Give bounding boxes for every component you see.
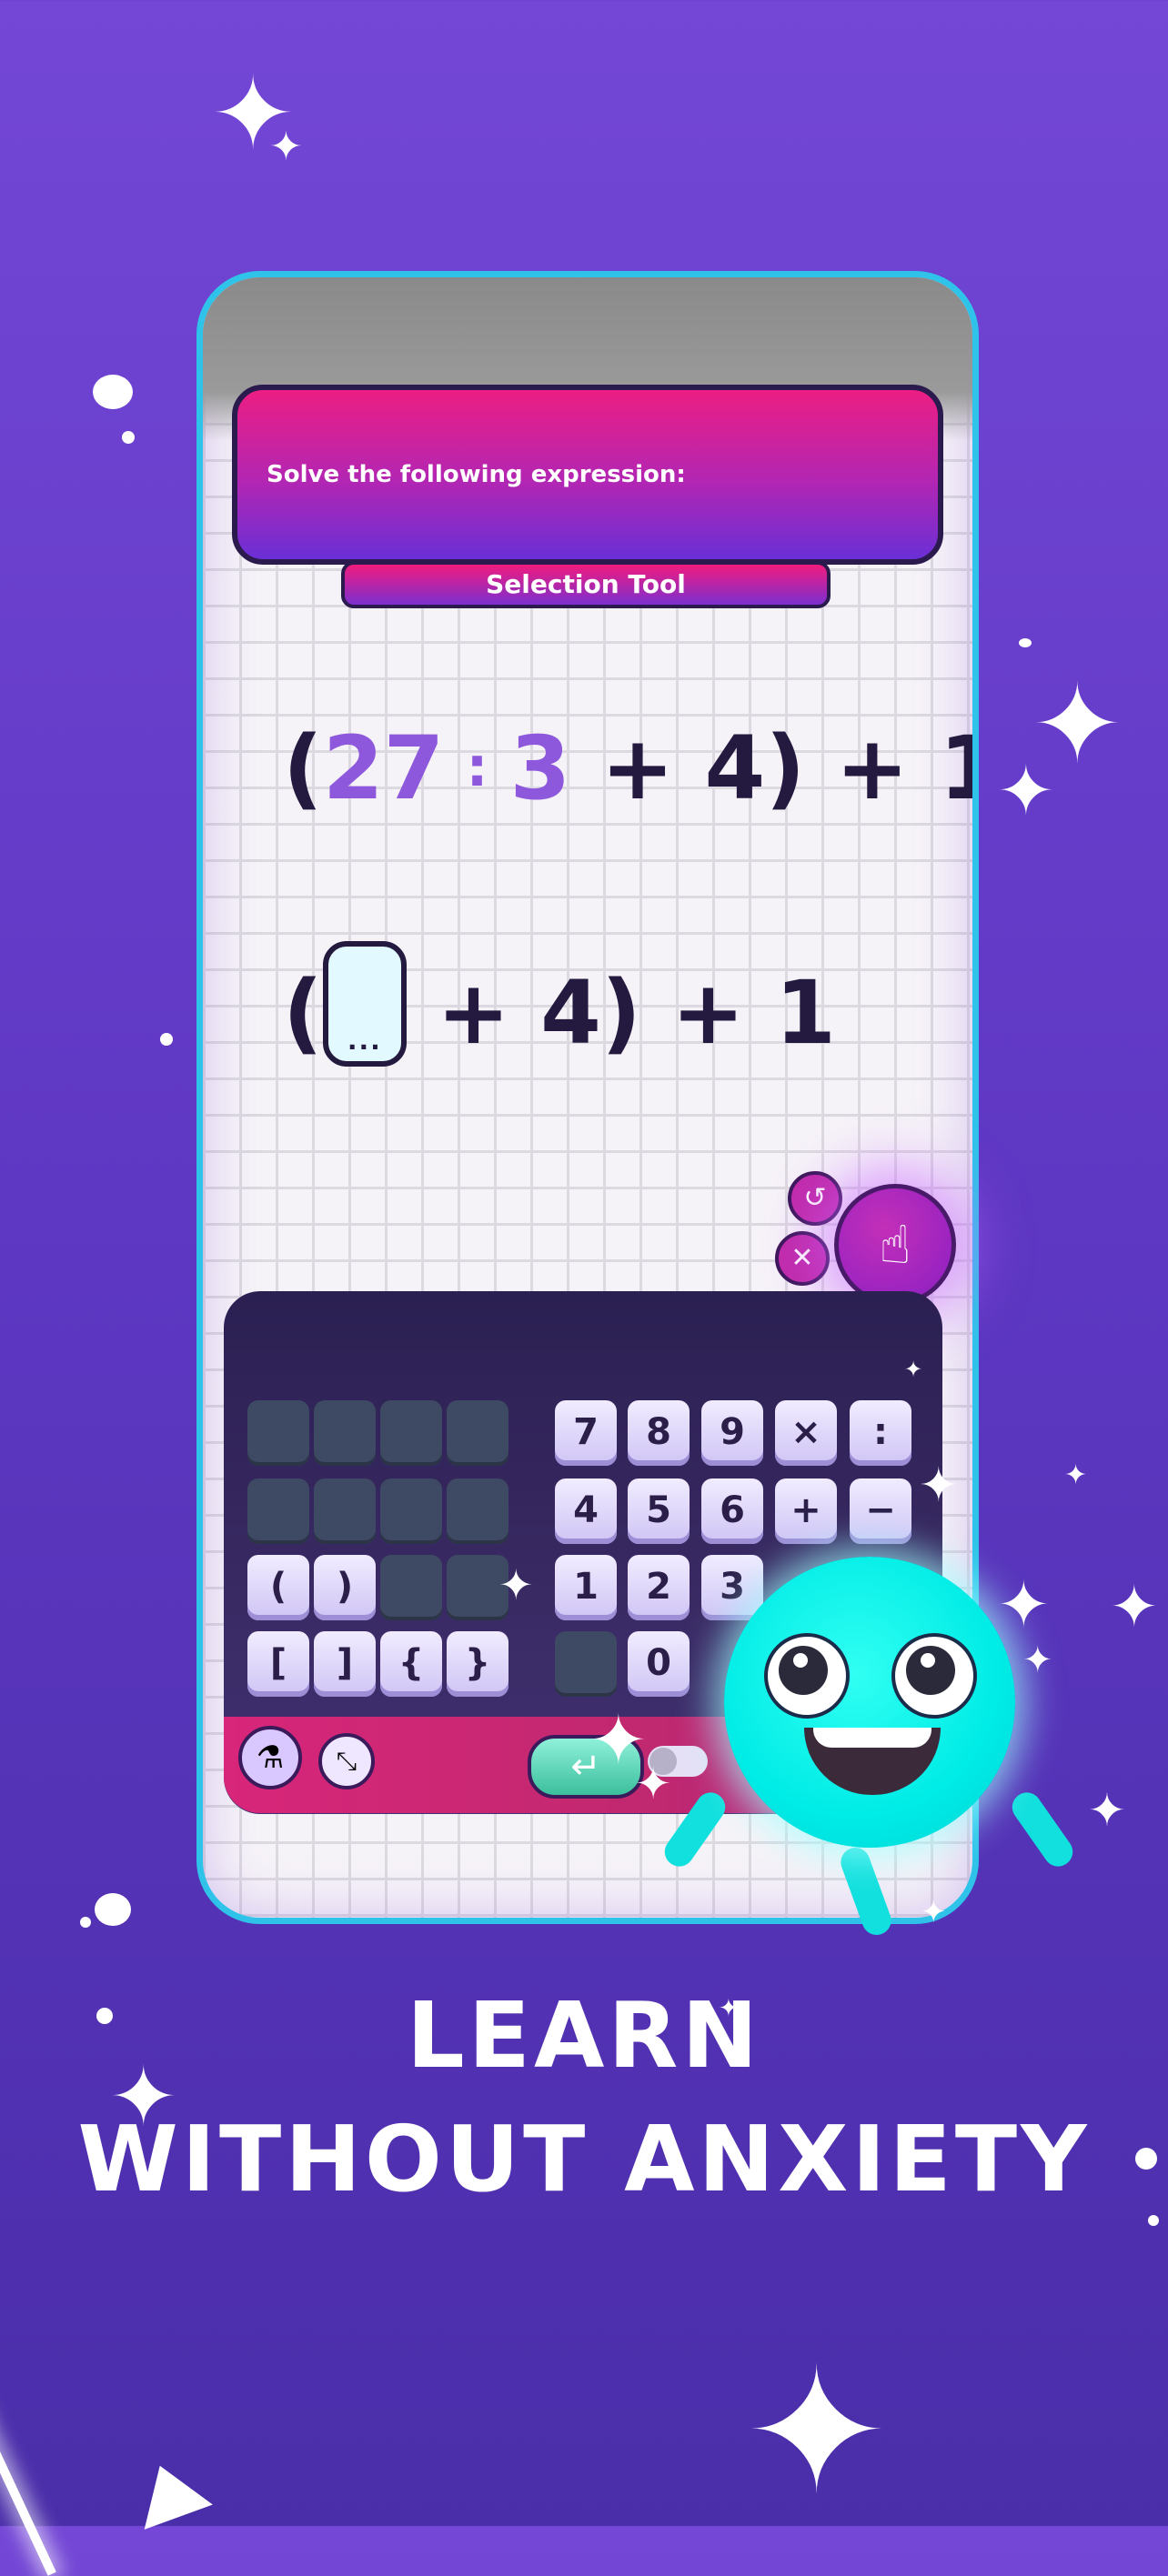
sparkle-icon: ✦: [1110, 1574, 1159, 1641]
key-8[interactable]: 8: [628, 1400, 690, 1466]
potion-button[interactable]: ⚗: [238, 1726, 302, 1789]
sparkle-icon: ✦: [997, 1568, 1051, 1642]
sparkle-icon: ✦: [1088, 1784, 1126, 1837]
empty-key: [447, 1400, 508, 1466]
key-open-bracket[interactable]: [: [247, 1631, 309, 1697]
key-3[interactable]: 3: [701, 1555, 763, 1620]
close-selection-button[interactable]: ✕: [775, 1231, 830, 1286]
sparkle-icon: ✦: [635, 1759, 672, 1809]
mascot-mouth: [804, 1728, 941, 1795]
key-close-bracket[interactable]: ]: [314, 1631, 376, 1697]
step-open-paren: (: [283, 962, 323, 1064]
dot-decoration: [95, 1893, 131, 1926]
mascot-eye-right: [891, 1633, 977, 1719]
expression-rest: + 4) + 1 =: [600, 717, 972, 819]
sparkle-icon: ✦: [904, 1357, 923, 1382]
potion-icon: ⚗: [256, 1739, 285, 1776]
key-multiply[interactable]: ×: [775, 1400, 837, 1466]
expression-selected-a[interactable]: 27: [323, 717, 445, 819]
empty-key: [380, 1400, 442, 1466]
key-7[interactable]: 7: [555, 1400, 617, 1466]
dot-decoration: [93, 375, 133, 409]
sparkle-icon: ✦: [744, 2331, 890, 2532]
key-open-brace[interactable]: {: [380, 1631, 442, 1697]
empty-key: [314, 1400, 376, 1466]
mascot: [724, 1557, 1015, 1848]
sparkle-icon: ✦: [1022, 1639, 1053, 1681]
step-expression: (... + 4) + 1: [283, 941, 836, 1067]
expression-open-paren: (: [283, 717, 323, 819]
close-icon: ✕: [790, 1242, 814, 1274]
key-plus[interactable]: +: [775, 1478, 837, 1544]
empty-key: [380, 1555, 442, 1620]
expression-selected-b[interactable]: 3: [509, 717, 570, 819]
light-ray: [126, 2453, 213, 2530]
empty-key: [447, 1478, 508, 1544]
key-4[interactable]: 4: [555, 1478, 617, 1544]
collapse-keyboard-button[interactable]: ⤡: [318, 1733, 375, 1789]
dot-decoration: [80, 1917, 91, 1928]
key-6[interactable]: 6: [701, 1478, 763, 1544]
mascot-eye-left: [764, 1633, 850, 1719]
key-open-paren[interactable]: (: [247, 1555, 309, 1620]
key-close-paren[interactable]: ): [314, 1555, 376, 1620]
dot-decoration: [160, 1033, 173, 1046]
empty-key: [314, 1478, 376, 1544]
answer-placeholder-dots: ...: [347, 1026, 382, 1056]
selection-tool-button[interactable]: ☝: [834, 1184, 956, 1306]
key-close-brace[interactable]: }: [447, 1631, 508, 1697]
empty-key: [380, 1478, 442, 1544]
prompt-text: Solve the following expression:: [267, 461, 686, 488]
empty-key: [247, 1400, 309, 1466]
selection-hand-icon: ☝: [879, 1214, 911, 1276]
key-5[interactable]: 5: [628, 1478, 690, 1544]
headline-line-1: LEARN: [406, 1982, 762, 2089]
expression: (27:3 + 4) + 1 =: [283, 717, 972, 819]
key-divide[interactable]: :: [850, 1400, 911, 1466]
mascot-arm-right: [1006, 1787, 1079, 1872]
empty-key: [247, 1478, 309, 1544]
dot-decoration: [1019, 638, 1032, 647]
undo-icon: ↺: [803, 1182, 827, 1214]
key-1[interactable]: 1: [555, 1555, 617, 1620]
sparkle-icon: ✦: [498, 1560, 534, 1609]
dot-decoration: [122, 431, 135, 444]
selection-tool-label: Selection Tool: [341, 561, 831, 608]
key-0[interactable]: 0: [628, 1631, 690, 1697]
headline-line-2: WITHOUT ANXIETY: [77, 2106, 1091, 2212]
key-9[interactable]: 9: [701, 1400, 763, 1466]
collapse-icon: ⤡: [336, 1746, 357, 1776]
empty-key: [555, 1631, 617, 1697]
expression-selected-op[interactable]: :: [444, 736, 509, 799]
key-2[interactable]: 2: [628, 1555, 690, 1620]
prompt-card: Solve the following expression:: [232, 385, 943, 565]
sparkle-icon: ✦: [269, 124, 303, 170]
undo-button[interactable]: ↺: [788, 1171, 842, 1226]
light-ray: [0, 2407, 56, 2576]
answer-input-box[interactable]: ...: [322, 941, 407, 1067]
dot-decoration: [1148, 2215, 1159, 2226]
sparkle-icon: ✦: [997, 750, 1055, 831]
sparkle-icon: ✦: [919, 1458, 959, 1513]
sparkle-icon: ✦: [921, 1894, 947, 1930]
key-minus[interactable]: −: [850, 1478, 911, 1544]
step-rest: + 4) + 1: [406, 962, 836, 1064]
sparkle-icon: ✦: [1064, 1459, 1088, 1491]
